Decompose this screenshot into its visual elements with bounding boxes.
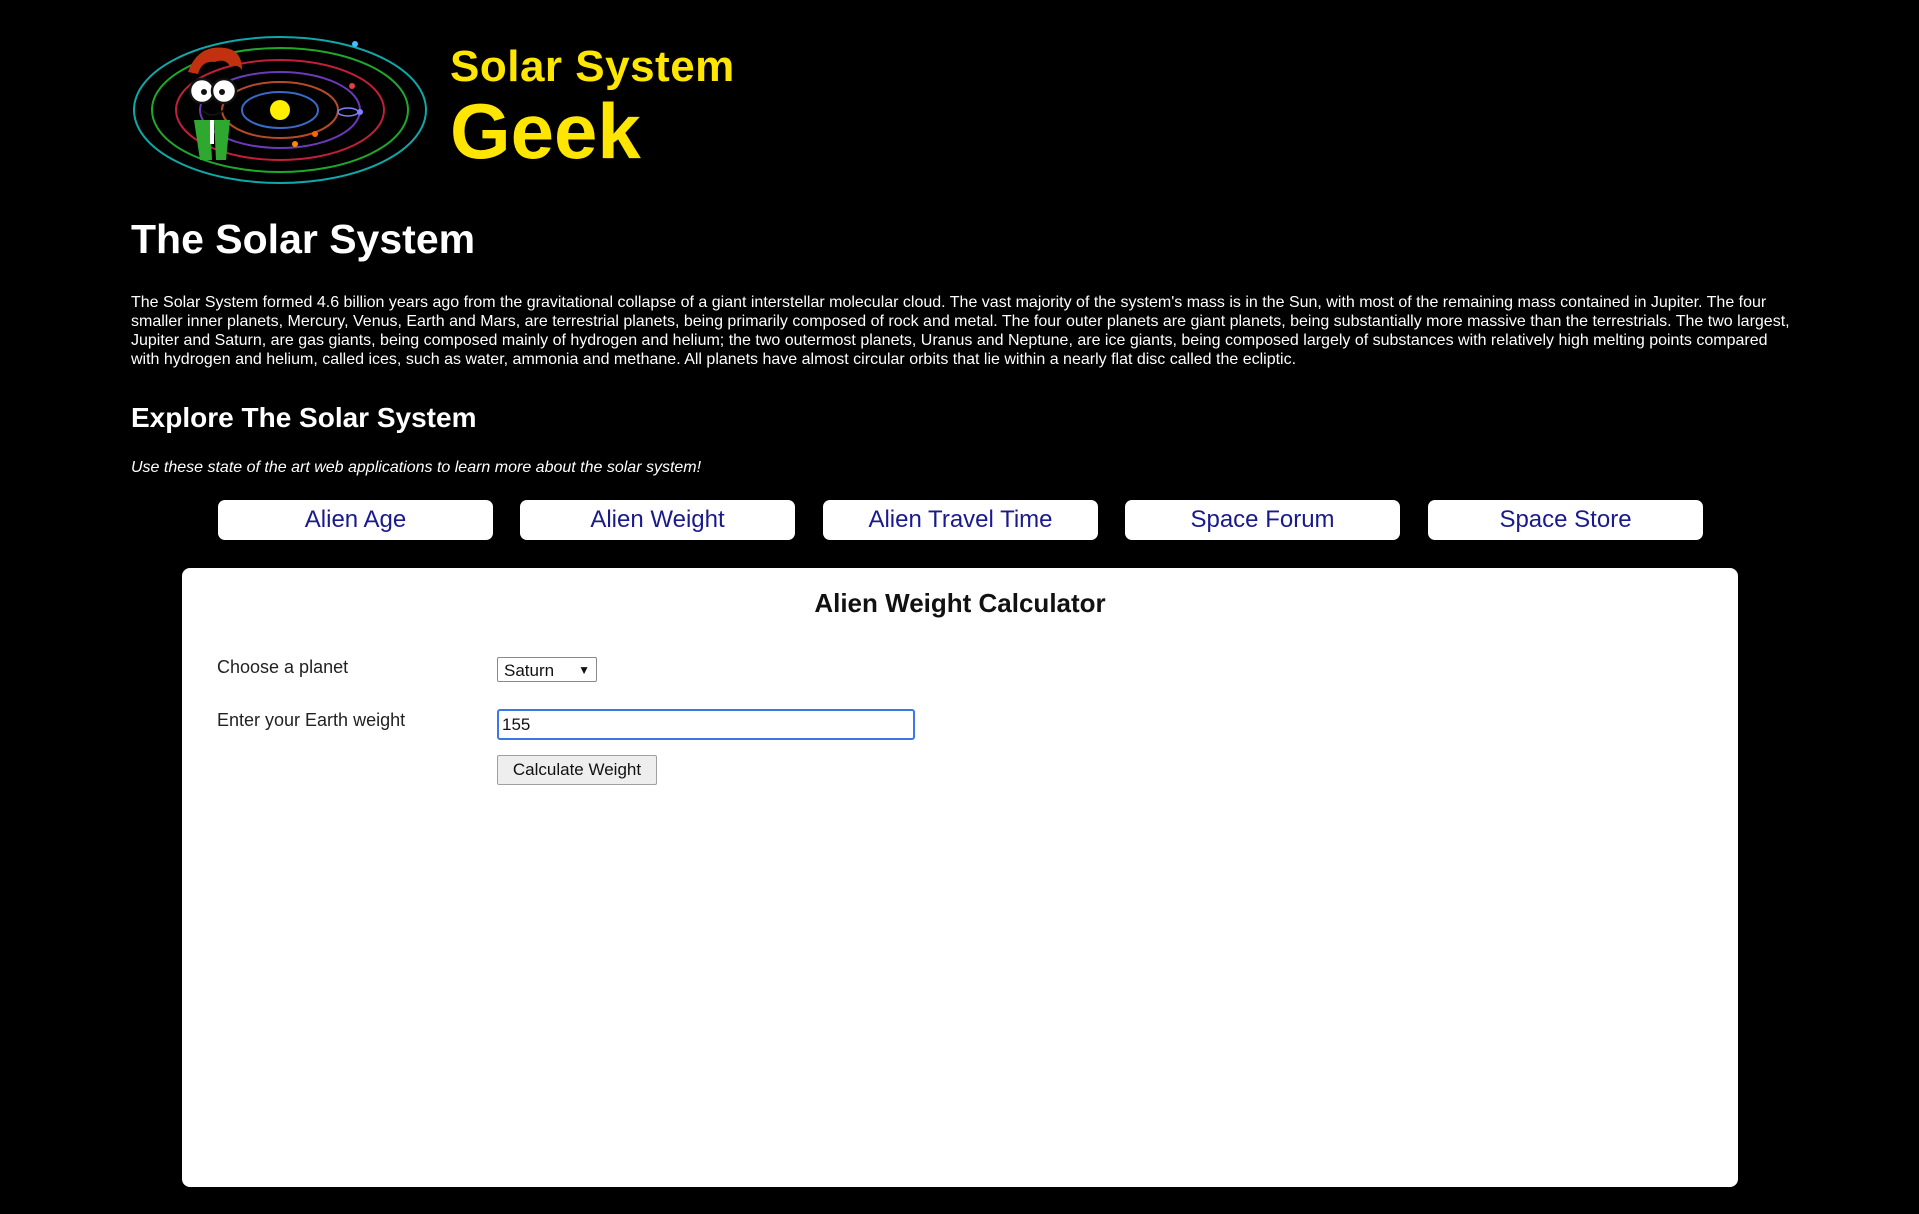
planet-select-value: Saturn bbox=[504, 661, 555, 680]
explore-tagline: Use these state of the art web applicati… bbox=[131, 459, 702, 476]
nav-space-store-button[interactable]: Space Store bbox=[1428, 500, 1703, 540]
app-nav: Alien Age Alien Weight Alien Travel Time… bbox=[218, 500, 1704, 540]
earth-weight-input[interactable] bbox=[497, 709, 915, 740]
intro-paragraph: The Solar System formed 4.6 billion year… bbox=[131, 294, 1790, 368]
calculator-title: Alien Weight Calculator bbox=[814, 588, 1106, 618]
nav-space-forum-button[interactable]: Space Forum bbox=[1125, 500, 1400, 540]
chevron-down-icon: ▼ bbox=[578, 663, 590, 677]
earth-weight-label: Enter your Earth weight bbox=[217, 710, 406, 730]
calculate-weight-button[interactable]: Calculate Weight bbox=[497, 755, 657, 785]
solar-system-logo bbox=[133, 36, 427, 184]
calculator-panel: Alien Weight Calculator Choose a planet … bbox=[182, 568, 1738, 1187]
explore-heading: Explore The Solar System bbox=[131, 402, 477, 433]
page-title: The Solar System bbox=[131, 216, 476, 262]
brand-name-line2: Geek bbox=[450, 87, 641, 175]
nav-alien-travel-time-button[interactable]: Alien Travel Time bbox=[823, 500, 1098, 540]
planet-label: Choose a planet bbox=[217, 657, 349, 677]
brand-name-line1: Solar System bbox=[450, 42, 735, 91]
page: Solar System Geek The Solar System The S… bbox=[0, 0, 1919, 1214]
nav-alien-age-button[interactable]: Alien Age bbox=[218, 500, 493, 540]
planet-select[interactable]: Saturn ▼ bbox=[497, 657, 597, 682]
nav-alien-weight-button[interactable]: Alien Weight bbox=[520, 500, 795, 540]
